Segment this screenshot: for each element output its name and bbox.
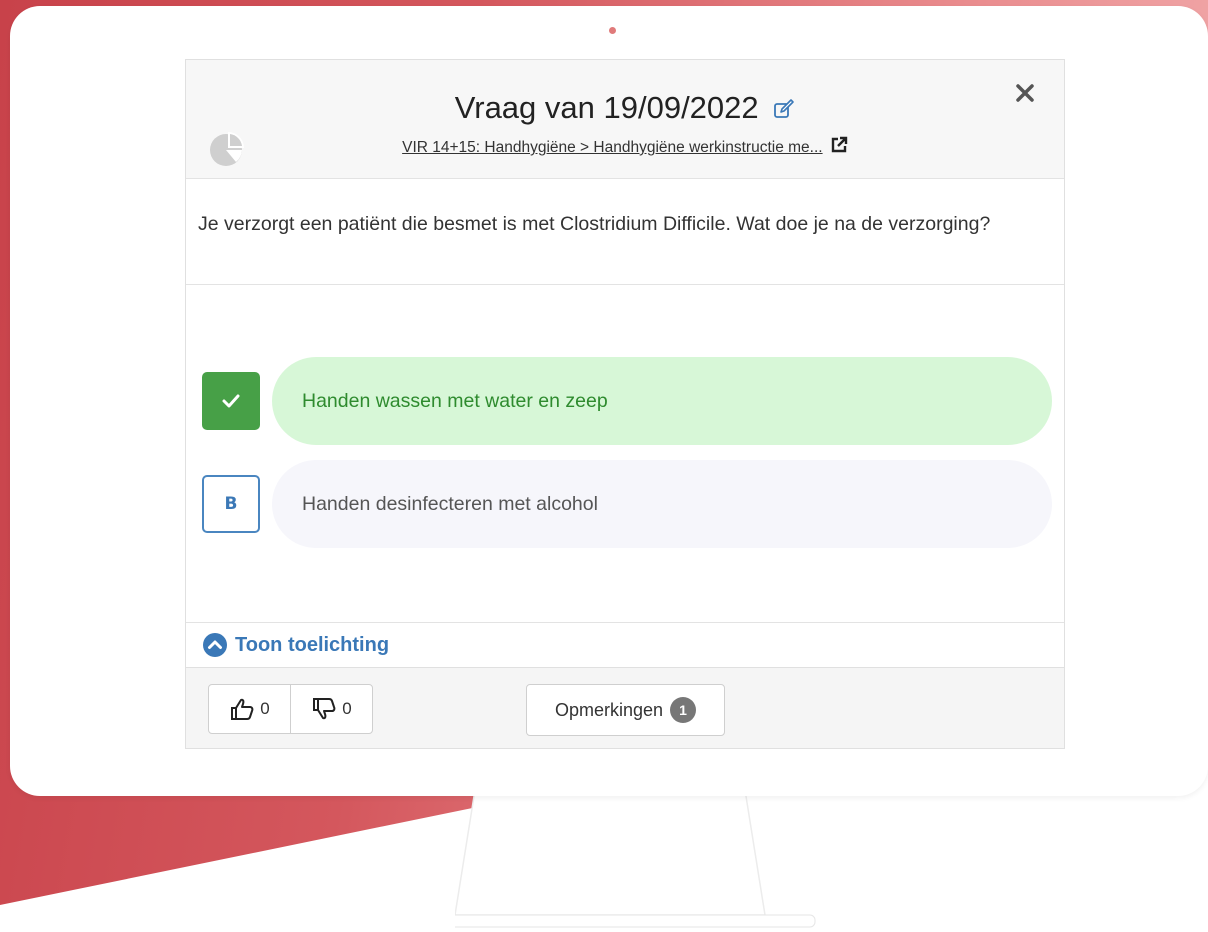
answer-option-b[interactable]: B Handen desinfecteren met alcohol: [202, 460, 1052, 548]
answer-a-badge: [202, 372, 260, 430]
breadcrumb-link[interactable]: VIR 14+15: Handhygiëne > Handhygiëne wer…: [402, 139, 822, 156]
like-button[interactable]: 0: [209, 685, 290, 733]
question-card: Vraag van 19/09/2022 VIR 14+15: Handhygi…: [185, 59, 1065, 749]
dislike-button[interactable]: 0: [290, 685, 372, 733]
divider: [186, 622, 1064, 623]
answer-option-a[interactable]: Handen wassen met water en zeep: [202, 357, 1052, 445]
remarks-count-badge: 1: [670, 697, 697, 723]
answer-a-text: Handen wassen met water en zeep: [272, 357, 1052, 445]
vote-group: 0 0: [208, 684, 373, 734]
remarks-button[interactable]: Opmerkingen 1: [526, 684, 725, 736]
answer-b-badge: B: [202, 475, 260, 533]
check-icon: [222, 394, 240, 408]
monitor-stand: [455, 789, 816, 928]
thumbs-down-icon: [313, 698, 336, 720]
question-text: Je verzorgt een patiënt die besmet is me…: [198, 213, 991, 235]
thumbs-up-icon: [231, 698, 254, 720]
toggle-explanation-button[interactable]: Toon toelichting: [202, 632, 389, 658]
page-title: Vraag van 19/09/2022: [454, 90, 759, 125]
toggle-explanation-label: Toon toelichting: [235, 633, 390, 656]
camera-dot: [609, 27, 616, 34]
close-icon[interactable]: [1014, 82, 1036, 104]
card-header: Vraag van 19/09/2022 VIR 14+15: Handhygi…: [186, 60, 1064, 179]
remarks-label: Opmerkingen: [554, 699, 664, 720]
dislike-count: 0: [342, 699, 352, 718]
card-footer: 0 0 Opmerkingen 1: [186, 667, 1064, 748]
breadcrumb: VIR 14+15: Handhygiëne > Handhygiëne wer…: [186, 136, 1064, 157]
divider: [186, 284, 1064, 285]
chevron-up-circle-icon: [203, 633, 227, 657]
answer-b-text: Handen desinfecteren met alcohol: [272, 460, 1052, 548]
like-count: 0: [260, 699, 270, 718]
edit-icon[interactable]: [773, 98, 795, 120]
external-link-icon[interactable]: [830, 136, 848, 154]
card-title-row: Vraag van 19/09/2022: [186, 90, 1064, 126]
